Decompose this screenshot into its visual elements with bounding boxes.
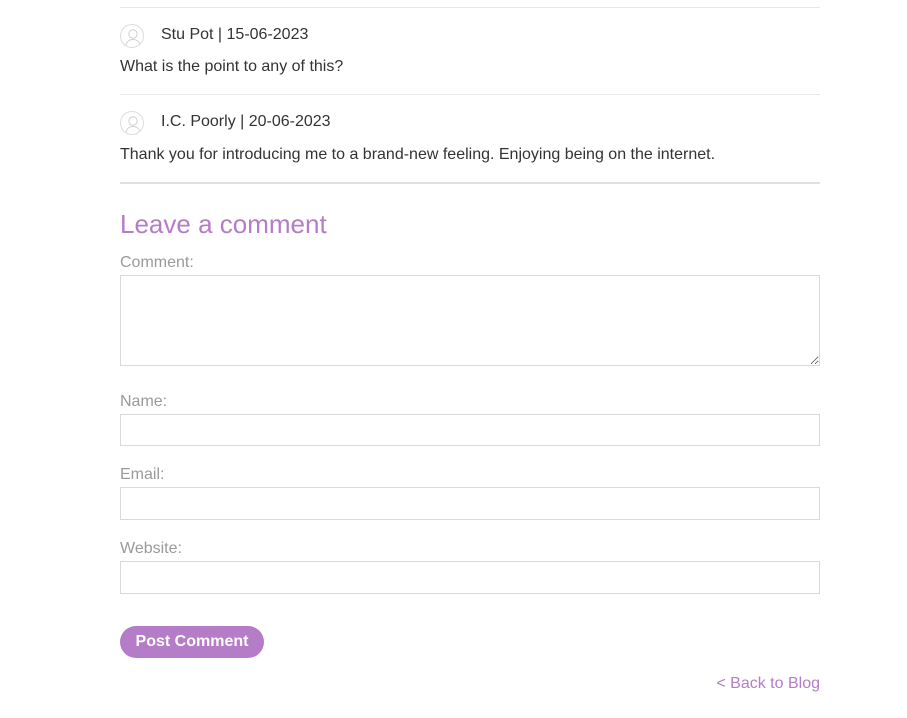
comment-label: Comment: — [120, 254, 194, 271]
comment-meta: Stu Pot | 15-06-2023 — [161, 26, 309, 43]
divider — [120, 94, 820, 95]
post-comment-button[interactable]: Post Comment — [120, 626, 264, 658]
website-input[interactable] — [120, 561, 820, 594]
user-avatar-icon — [120, 111, 144, 135]
website-label: Website: — [120, 540, 182, 557]
form-title: Leave a comment — [120, 209, 327, 239]
name-label: Name: — [120, 393, 168, 410]
comment-text: Thank you for introducing me to a brand-… — [120, 146, 716, 163]
section-divider — [120, 182, 820, 184]
name-input[interactable] — [120, 414, 820, 446]
email-input[interactable] — [120, 487, 820, 520]
comment-textarea[interactable] — [120, 275, 820, 366]
back-to-blog-link[interactable]: < Back to Blog — [716, 675, 820, 693]
comment-meta: I.C. Poorly | 20-06-2023 — [161, 113, 331, 130]
comment-text: What is the point to any of this? — [120, 58, 344, 75]
user-avatar-icon — [120, 24, 144, 48]
divider — [120, 7, 820, 8]
email-label: Email: — [120, 466, 165, 483]
